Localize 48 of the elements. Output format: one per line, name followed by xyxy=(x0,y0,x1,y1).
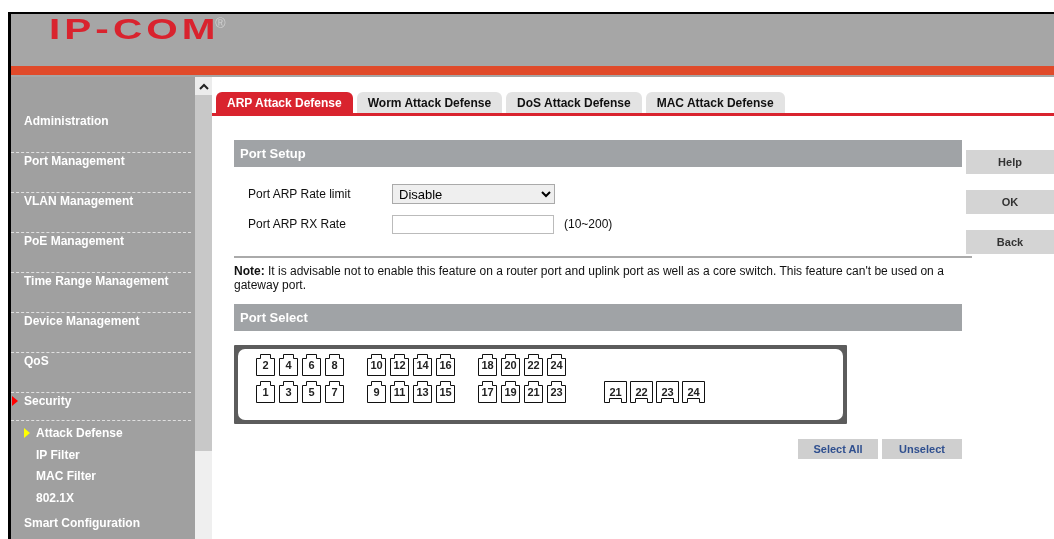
field-label: Port ARP Rate limit xyxy=(248,186,352,203)
ethernet-port[interactable]: 18 xyxy=(478,354,497,376)
ethernet-port[interactable]: 20 xyxy=(501,354,520,376)
action-button[interactable]: OK xyxy=(966,190,1054,214)
ethernet-port[interactable]: 22 xyxy=(524,354,543,376)
fiber-port[interactable]: 24 xyxy=(682,381,705,403)
scrollbar[interactable] xyxy=(195,77,212,539)
ethernet-port[interactable]: 11 xyxy=(390,381,409,403)
note-text: Note: It is advisable not to enable this feature on a router port and uplink port as well as a core switch. This feature can't be used on a gateway port. xyxy=(233,264,945,292)
input-field[interactable] xyxy=(392,214,554,234)
ethernet-port[interactable]: 19 xyxy=(501,381,520,403)
ethernet-port[interactable]: 3 xyxy=(279,381,298,403)
fiber-port[interactable]: 21 xyxy=(604,381,627,403)
ethernet-port[interactable]: 2 xyxy=(256,354,275,376)
ethernet-port[interactable]: 15 xyxy=(436,381,455,403)
ethernet-port[interactable]: 10 xyxy=(367,354,386,376)
tab[interactable]: Worm Attack Defense xyxy=(356,92,503,113)
ethernet-port[interactable]: 6 xyxy=(302,354,321,376)
ethernet-port[interactable]: 7 xyxy=(325,381,344,403)
ethernet-port[interactable]: 13 xyxy=(413,381,432,403)
scroll-up-icon[interactable] xyxy=(198,82,209,90)
section-header: Port Setup xyxy=(234,140,962,167)
ethernet-port[interactable]: 23 xyxy=(547,381,566,403)
ethernet-port[interactable]: 12 xyxy=(390,354,409,376)
select-button[interactable]: Select All xyxy=(798,439,878,459)
action-button[interactable]: Back xyxy=(966,230,1054,254)
fiber-port[interactable]: 22 xyxy=(630,381,653,403)
ethernet-port[interactable]: 8 xyxy=(325,354,344,376)
ethernet-port[interactable]: 9 xyxy=(367,381,386,403)
ethernet-port[interactable]: 24 xyxy=(547,354,566,376)
scroll-thumb[interactable] xyxy=(195,95,212,451)
ethernet-port[interactable]: 1 xyxy=(256,381,275,403)
tab[interactable]: MAC Attack Defense xyxy=(645,92,785,113)
action-button[interactable]: Help xyxy=(966,150,1054,174)
rate-limit-select[interactable]: Disable xyxy=(392,184,555,204)
field-label: Port ARP RX Rate xyxy=(248,216,347,233)
fiber-port[interactable]: 23 xyxy=(656,381,679,403)
ethernet-port[interactable]: 17 xyxy=(478,381,497,403)
ethernet-port[interactable]: 21 xyxy=(524,381,543,403)
tab[interactable]: ARP Attack Defense xyxy=(216,92,353,113)
tab[interactable]: DoS Attack Defense xyxy=(506,92,642,113)
select-button[interactable]: Unselect xyxy=(882,439,962,459)
ethernet-port[interactable]: 16 xyxy=(436,354,455,376)
ethernet-port[interactable]: 4 xyxy=(279,354,298,376)
range-hint: (10~200) xyxy=(564,216,613,233)
ethernet-port[interactable]: 5 xyxy=(302,381,321,403)
section-header: Port Select xyxy=(234,304,962,331)
ethernet-port[interactable]: 14 xyxy=(413,354,432,376)
